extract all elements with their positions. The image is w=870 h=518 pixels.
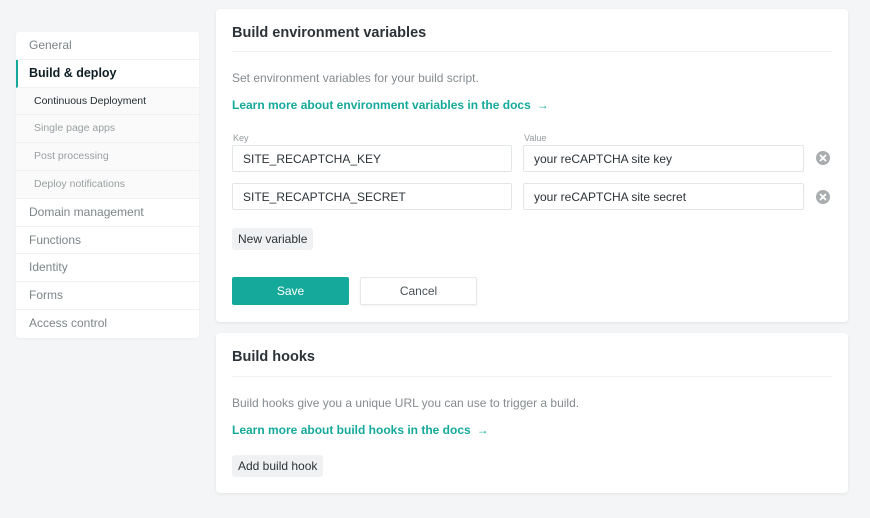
- env-docs-link[interactable]: Learn more about environment variables i…: [232, 98, 549, 112]
- card-description: Build hooks give you a unique URL you ca…: [232, 396, 580, 410]
- build-hooks-card: Build hooks Build hooks give you a uniqu…: [216, 333, 848, 493]
- sidebar-item-domain-management[interactable]: Domain management: [16, 199, 199, 227]
- card-description: Set environment variables for your build…: [232, 71, 479, 85]
- add-build-hook-button[interactable]: Add build hook: [232, 455, 324, 477]
- cancel-button[interactable]: Cancel: [360, 277, 477, 305]
- settings-sidebar: General Build & deploy Continuous Deploy…: [16, 32, 199, 338]
- card-title: Build environment variables: [232, 25, 427, 41]
- build-env-variables-card: Build environment variables Set environm…: [216, 9, 848, 322]
- key-label: Key: [233, 133, 249, 143]
- sidebar-item-access-control[interactable]: Access control: [16, 310, 199, 338]
- env-value-input[interactable]: [523, 183, 804, 210]
- hooks-docs-link-text: Learn more about build hooks in the docs: [232, 423, 471, 437]
- close-icon: [819, 154, 827, 162]
- divider: [232, 376, 832, 377]
- sidebar-item-forms[interactable]: Forms: [16, 282, 199, 310]
- env-key-input[interactable]: [232, 183, 512, 210]
- sidebar-subitem-deploy-notifications[interactable]: Deploy notifications: [16, 170, 199, 199]
- sidebar-item-build-deploy[interactable]: Build & deploy: [16, 59, 199, 88]
- card-title: Build hooks: [232, 349, 315, 365]
- env-value-input[interactable]: [523, 145, 804, 172]
- value-label: Value: [524, 133, 547, 143]
- sidebar-subitem-post-processing[interactable]: Post processing: [16, 143, 199, 171]
- remove-variable-button[interactable]: [816, 151, 830, 165]
- sidebar-item-general[interactable]: General: [16, 32, 199, 60]
- sidebar-subitem-continuous-deployment[interactable]: Continuous Deployment: [16, 87, 199, 116]
- close-icon: [819, 193, 827, 201]
- sidebar-item-functions[interactable]: Functions: [16, 227, 199, 255]
- arrow-right-icon: →: [536, 98, 549, 112]
- save-button[interactable]: Save: [232, 277, 349, 305]
- hooks-docs-link[interactable]: Learn more about build hooks in the docs…: [232, 423, 489, 437]
- divider: [232, 51, 832, 52]
- sidebar-subitem-single-page-apps[interactable]: Single page apps: [16, 115, 199, 144]
- sidebar-item-identity[interactable]: Identity: [16, 254, 199, 283]
- env-docs-link-text: Learn more about environment variables i…: [232, 98, 531, 112]
- arrow-right-icon: →: [476, 423, 489, 437]
- env-key-input[interactable]: [232, 145, 512, 172]
- remove-variable-button[interactable]: [816, 190, 830, 204]
- new-variable-button[interactable]: New variable: [232, 228, 314, 250]
